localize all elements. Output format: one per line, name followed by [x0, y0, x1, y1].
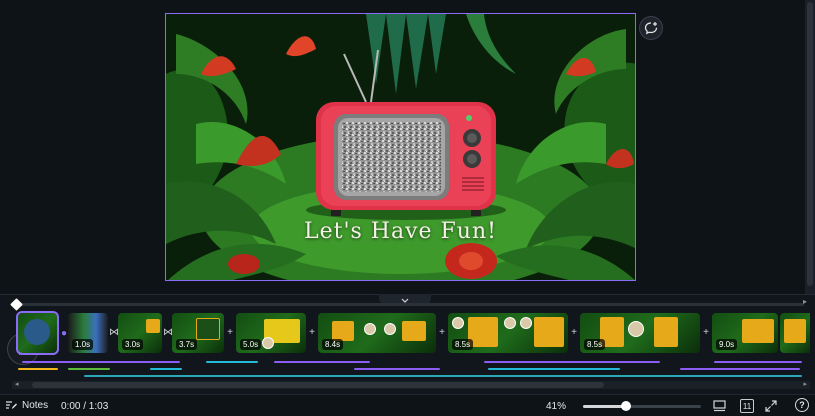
audio-track[interactable] [206, 361, 258, 363]
clip-thumb-decoration [628, 321, 644, 337]
timeline-clip[interactable] [16, 311, 59, 355]
vertical-scrollbar[interactable] [805, 0, 815, 294]
horizontal-scrollbar-thumb[interactable] [32, 382, 604, 388]
page-grid-button[interactable]: 11 [740, 399, 754, 413]
desktop-view-icon [712, 400, 726, 412]
clip-thumb-decoration [654, 317, 678, 347]
help-icon: ? [799, 400, 805, 410]
clip-thumb-decoration [332, 321, 354, 341]
clip-duration: 1.0s [72, 339, 94, 350]
timeline-clip[interactable]: 9.0s [712, 313, 778, 353]
clip-thumb-decoration [364, 323, 376, 335]
scroll-right-arrow-icon[interactable]: ▸ [803, 381, 807, 389]
add-transition-button[interactable]: + [307, 328, 317, 338]
notes-label: Notes [22, 399, 49, 411]
clip-duration: 8.5s [584, 339, 606, 350]
fullscreen-button[interactable] [764, 399, 778, 413]
vertical-scrollbar-thumb[interactable] [807, 2, 813, 286]
timeline: ▸ ● 1.0s ⋈ 3.0s ⋈ 3.7s + 5.0s + 8.4s + 8… [0, 294, 815, 394]
clip-thumb-decoration [384, 323, 396, 335]
clip-thumb-decoration [520, 317, 532, 329]
clip-thumb-decoration [742, 319, 774, 343]
fullscreen-icon [765, 400, 777, 412]
zoom-slider-fill [583, 405, 625, 408]
zoom-percentage[interactable]: 41% [546, 401, 566, 412]
timeline-clip[interactable]: 8.5s [580, 313, 700, 353]
add-transition-button[interactable]: + [569, 328, 579, 338]
clip-duration: 9.0s [716, 339, 738, 350]
clip-duration: 8.5s [452, 339, 474, 350]
canvas-headline[interactable]: Let's Have Fun! [166, 219, 635, 244]
desktop-view-button[interactable] [712, 399, 726, 413]
audio-track[interactable] [680, 368, 800, 370]
clip-thumb-decoration [784, 319, 806, 343]
audio-track[interactable] [488, 368, 620, 370]
notes-icon [6, 401, 17, 409]
clip-thumb-decoration [262, 337, 274, 349]
help-button[interactable]: ? [795, 398, 809, 412]
audio-track[interactable] [68, 368, 110, 370]
comment-add-icon [644, 22, 658, 35]
add-transition-button[interactable]: + [437, 328, 447, 338]
scrubber-end-arrow-icon: ▸ [803, 297, 808, 306]
clip-duration: 5.0s [240, 339, 262, 350]
timeline-clip[interactable]: 3.7s [172, 313, 224, 353]
bottom-bar: Notes 0:00 / 1:03 41% 11 ? [0, 394, 815, 416]
clip-thumb-decoration [504, 317, 516, 329]
add-transition-button[interactable]: + [225, 328, 235, 338]
audio-track[interactable] [714, 361, 802, 363]
timeline-clip[interactable] [780, 313, 810, 353]
timeline-clip[interactable]: 8.4s [318, 313, 436, 353]
audio-track[interactable] [484, 361, 660, 363]
scroll-left-arrow-icon[interactable]: ◂ [15, 381, 19, 389]
clip-duration: 3.7s [176, 339, 198, 350]
audio-track[interactable] [84, 375, 802, 377]
add-transition-button[interactable]: + [701, 328, 711, 338]
clip-thumb-decoration [24, 319, 50, 345]
clip-duration: 8.4s [322, 339, 344, 350]
playhead-track[interactable] [14, 303, 804, 306]
audio-track[interactable] [18, 368, 58, 370]
horizontal-scrollbar[interactable]: ◂ ▸ [12, 381, 810, 389]
timeline-clip[interactable]: 3.0s [118, 313, 162, 353]
audio-track[interactable] [274, 361, 370, 363]
playhead-handle[interactable] [10, 298, 23, 311]
add-comment-button[interactable] [639, 16, 663, 40]
clip-thumb-decoration [452, 317, 464, 329]
editor-area: Let's Have Fun! [0, 0, 815, 294]
audio-track[interactable] [150, 368, 182, 370]
design-canvas[interactable]: Let's Have Fun! [165, 13, 636, 281]
notes-button[interactable]: Notes [5, 399, 48, 411]
playback-time: 0:00 / 1:03 [61, 401, 109, 412]
zoom-slider[interactable] [583, 405, 701, 408]
chevron-down-icon [401, 298, 409, 303]
clip-thumb-decoration [146, 319, 160, 333]
timeline-clip[interactable]: 8.5s [448, 313, 568, 353]
clip-thumb-decoration [196, 318, 220, 340]
zoom-slider-handle[interactable] [621, 401, 631, 411]
timeline-clip[interactable]: 5.0s [236, 313, 306, 353]
audio-track[interactable] [354, 368, 440, 370]
clip-thumb-decoration [534, 317, 564, 347]
clip-duration: 3.0s [122, 339, 144, 350]
clip-thumb-decoration [402, 321, 426, 341]
audio-track[interactable] [22, 361, 180, 363]
timeline-clip[interactable]: 1.0s [68, 313, 108, 353]
